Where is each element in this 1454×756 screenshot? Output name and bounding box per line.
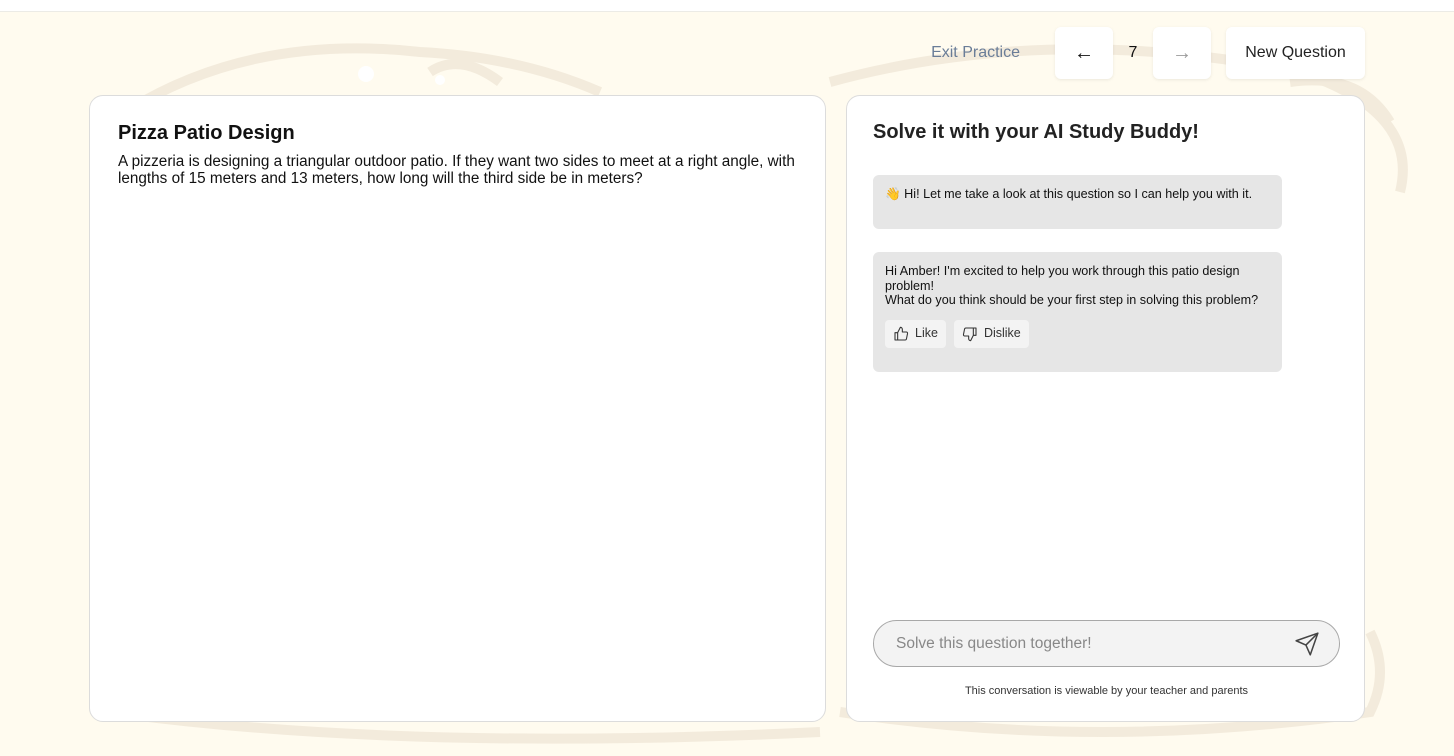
top-border (0, 0, 1454, 12)
question-text: A pizzeria is designing a triangular out… (118, 153, 795, 187)
thumbs-down-icon (962, 326, 977, 341)
next-question-button[interactable]: → (1153, 27, 1211, 79)
arrow-right-icon: → (1172, 41, 1192, 64)
question-number: 7 (1128, 44, 1138, 61)
message-text: Hi Amber! I'm excited to help you work t… (885, 264, 1240, 293)
chat-title: Solve it with your AI Study Buddy! (873, 121, 1199, 143)
previous-question-button[interactable]: ← (1055, 27, 1113, 79)
dislike-label: Dislike (983, 326, 1021, 341)
dislike-button[interactable]: Dislike (953, 319, 1029, 348)
study-buddy-chat-panel: Solve it with your AI Study Buddy! 👋 Hi!… (846, 95, 1365, 722)
message-text: 👋 Hi! Let me take a look at this questio… (885, 187, 1253, 201)
question-card: Pizza Patio Design A pizzeria is designi… (89, 95, 826, 722)
assistant-message: Hi Amber! I'm excited to help you work t… (873, 252, 1282, 372)
privacy-disclaimer: This conversation is viewable by your te… (964, 685, 1249, 697)
chat-input-container (873, 620, 1340, 667)
arrow-left-icon: ← (1074, 41, 1094, 64)
practice-toolbar: Exit Practice ← 7 → New Question (931, 27, 1365, 79)
assistant-message: 👋 Hi! Let me take a look at this questio… (873, 175, 1282, 229)
exit-practice-link[interactable]: Exit Practice (931, 44, 1020, 62)
message-feedback: Like Dislike (885, 319, 1270, 348)
like-button[interactable]: Like (885, 319, 946, 348)
new-question-button[interactable]: New Question (1226, 27, 1365, 79)
chat-message-input[interactable] (894, 633, 1293, 654)
thumbs-up-icon (894, 326, 909, 341)
message-text: What do you think should be your first s… (885, 293, 1259, 307)
send-button[interactable] (1293, 630, 1321, 658)
send-icon (1295, 631, 1319, 656)
like-label: Like (915, 326, 938, 341)
question-title: Pizza Patio Design (118, 122, 295, 144)
